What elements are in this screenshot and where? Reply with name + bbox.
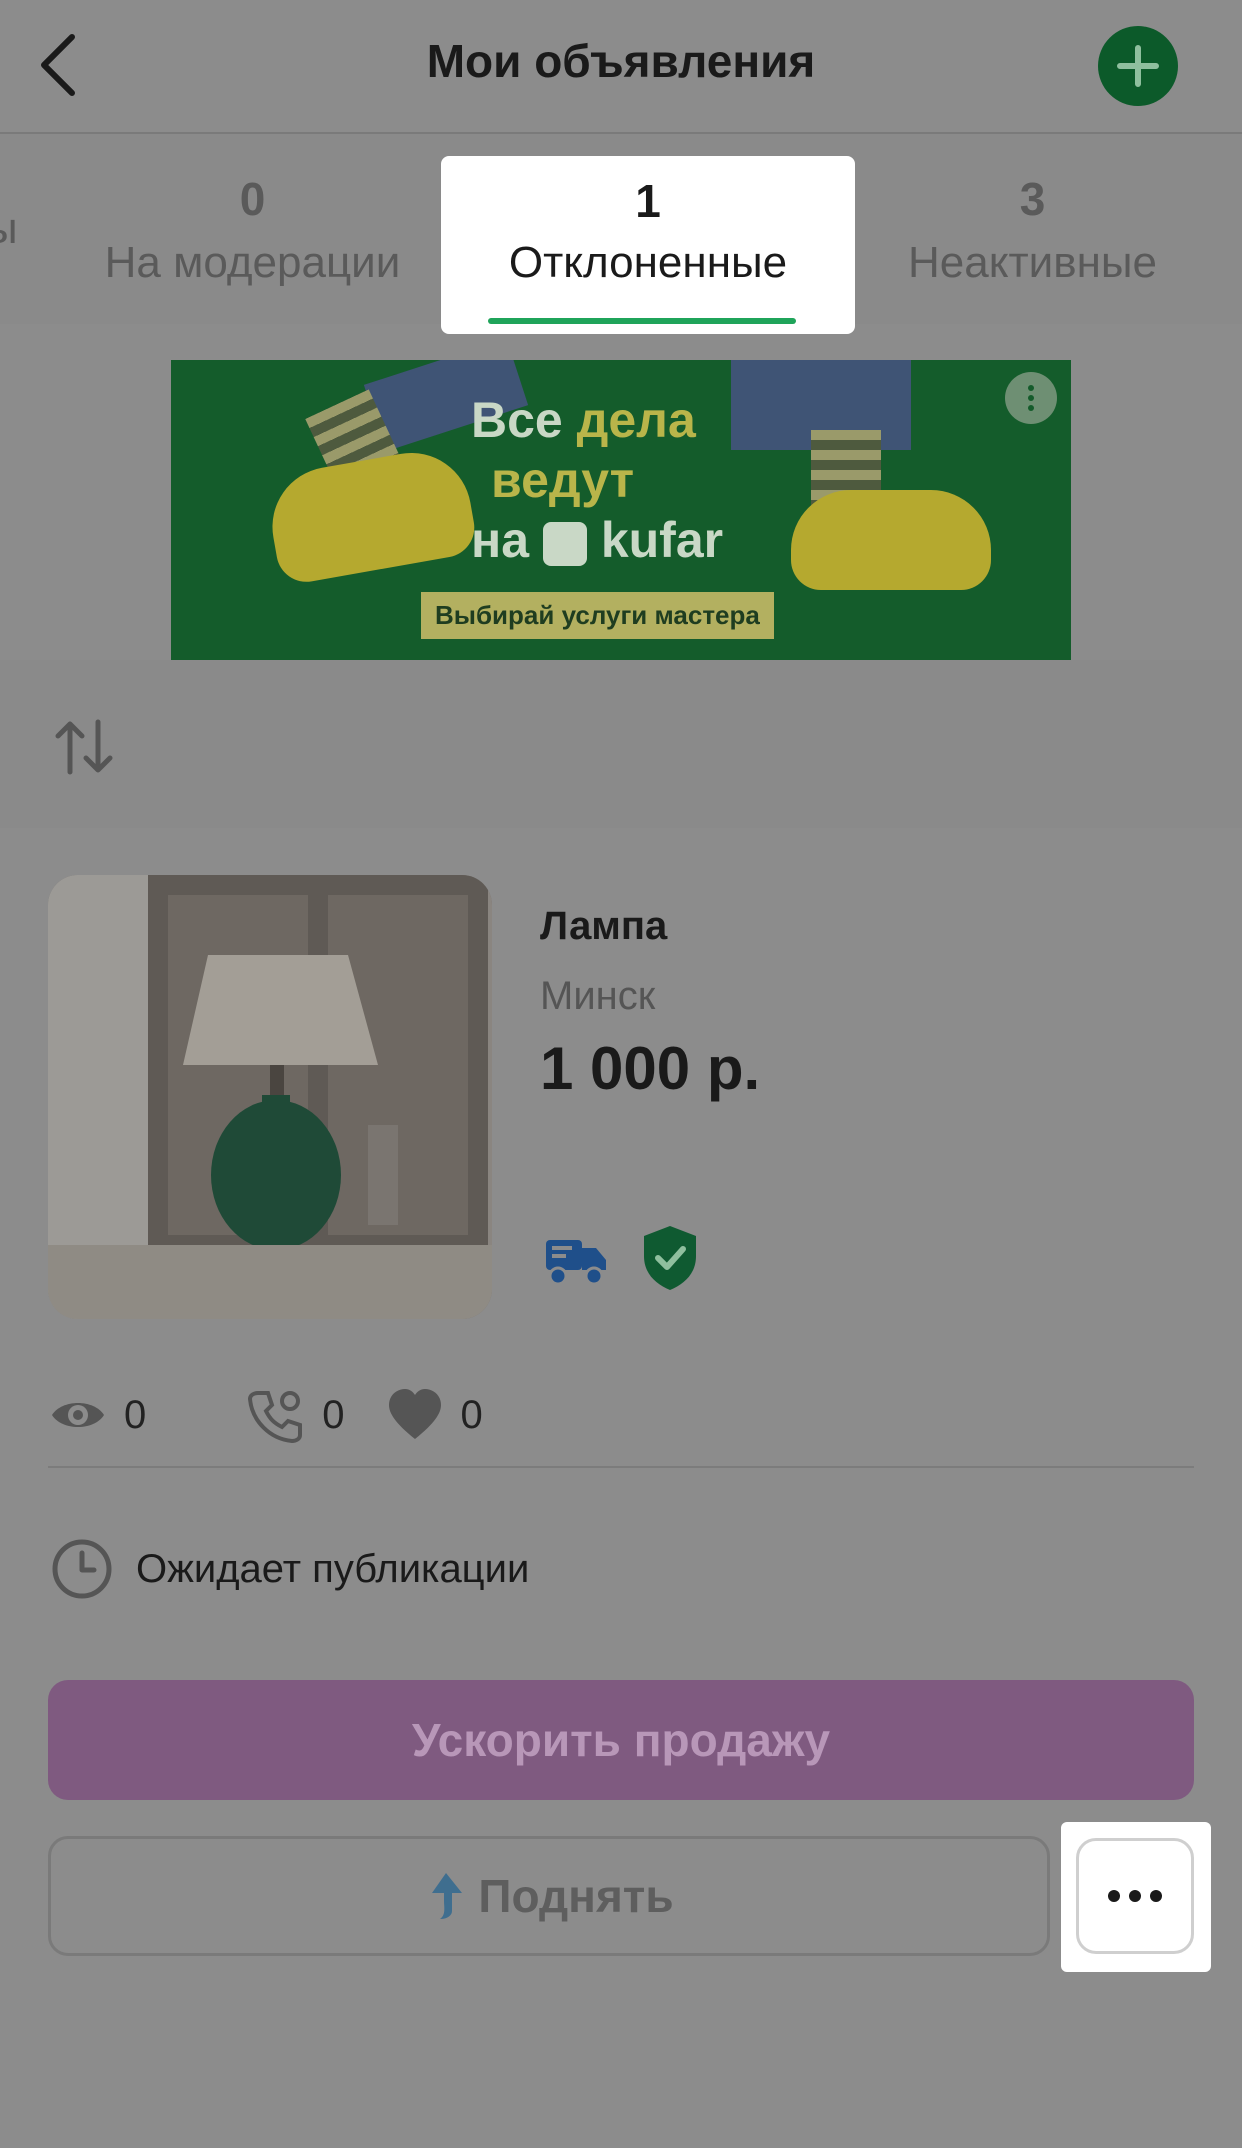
listing-title[interactable]: Лампа	[540, 904, 667, 949]
calls-stat: 0	[246, 1385, 345, 1445]
plus-icon	[1117, 45, 1159, 87]
tab-count: 1	[635, 175, 661, 227]
status-text: Ожидает публикации	[136, 1546, 530, 1591]
tab-label: Отклоненные	[508, 238, 788, 287]
boost-sale-button[interactable]: Ускорить продажу	[48, 1680, 1194, 1800]
listing-price: 1 000 р.	[540, 1035, 761, 1102]
stats-divider	[48, 1466, 1194, 1468]
banner-cta: Выбирай услуги мастера	[421, 592, 774, 639]
tab-moderation[interactable]: 0 На модерации	[80, 134, 425, 288]
tab-active-indicator	[488, 318, 796, 324]
tab-count: 3	[1019, 173, 1046, 225]
tab-label: На модерации	[104, 238, 401, 287]
delivery-truck-icon	[544, 1232, 608, 1288]
tab-inactive[interactable]: 3 Неактивные	[880, 134, 1185, 288]
banner-more-icon[interactable]	[1005, 372, 1057, 424]
eye-icon	[52, 1403, 104, 1427]
shoe-decor	[262, 443, 480, 587]
favorites-stat: 0	[385, 1385, 483, 1445]
more-dots-icon	[1108, 1890, 1162, 1902]
verified-shield-icon	[640, 1224, 700, 1292]
ad-banner[interactable]: Все дела ведут на kufar Выбирай услуги м…	[171, 360, 1071, 660]
tab-label: ы	[0, 204, 16, 253]
sort-button[interactable]	[50, 712, 120, 782]
page-title: Мои объявления	[426, 35, 816, 87]
sort-area	[0, 660, 1242, 828]
lamp-photo	[48, 875, 492, 1319]
clock-icon	[52, 1539, 112, 1599]
phone-icon	[248, 1391, 303, 1444]
more-options-button[interactable]	[1076, 1838, 1194, 1954]
shoe-decor	[791, 490, 991, 590]
views-stat: 0	[48, 1385, 146, 1445]
raise-listing-button[interactable]: Поднять	[48, 1836, 1050, 1956]
kufar-logo-icon	[542, 521, 587, 566]
tab-count: 0	[239, 173, 266, 225]
listing-city: Минск	[540, 974, 656, 1018]
tab-label: Неактивные	[908, 238, 1157, 287]
sort-arrows-icon	[55, 719, 113, 775]
listing-image[interactable]	[48, 875, 492, 1319]
listing-status: Ожидает публикации	[50, 1536, 529, 1602]
heart-icon	[388, 1389, 441, 1439]
add-listing-button[interactable]	[1098, 26, 1178, 106]
listing-stats: 0 0 0	[48, 1380, 523, 1450]
tab-rejected[interactable]: 1 Отклоненные	[441, 156, 855, 334]
arrow-up-icon	[432, 1873, 463, 1919]
banner-headline: Все дела ведут на kufar	[471, 392, 724, 568]
tab-active-partial[interactable]: ы	[0, 134, 16, 254]
